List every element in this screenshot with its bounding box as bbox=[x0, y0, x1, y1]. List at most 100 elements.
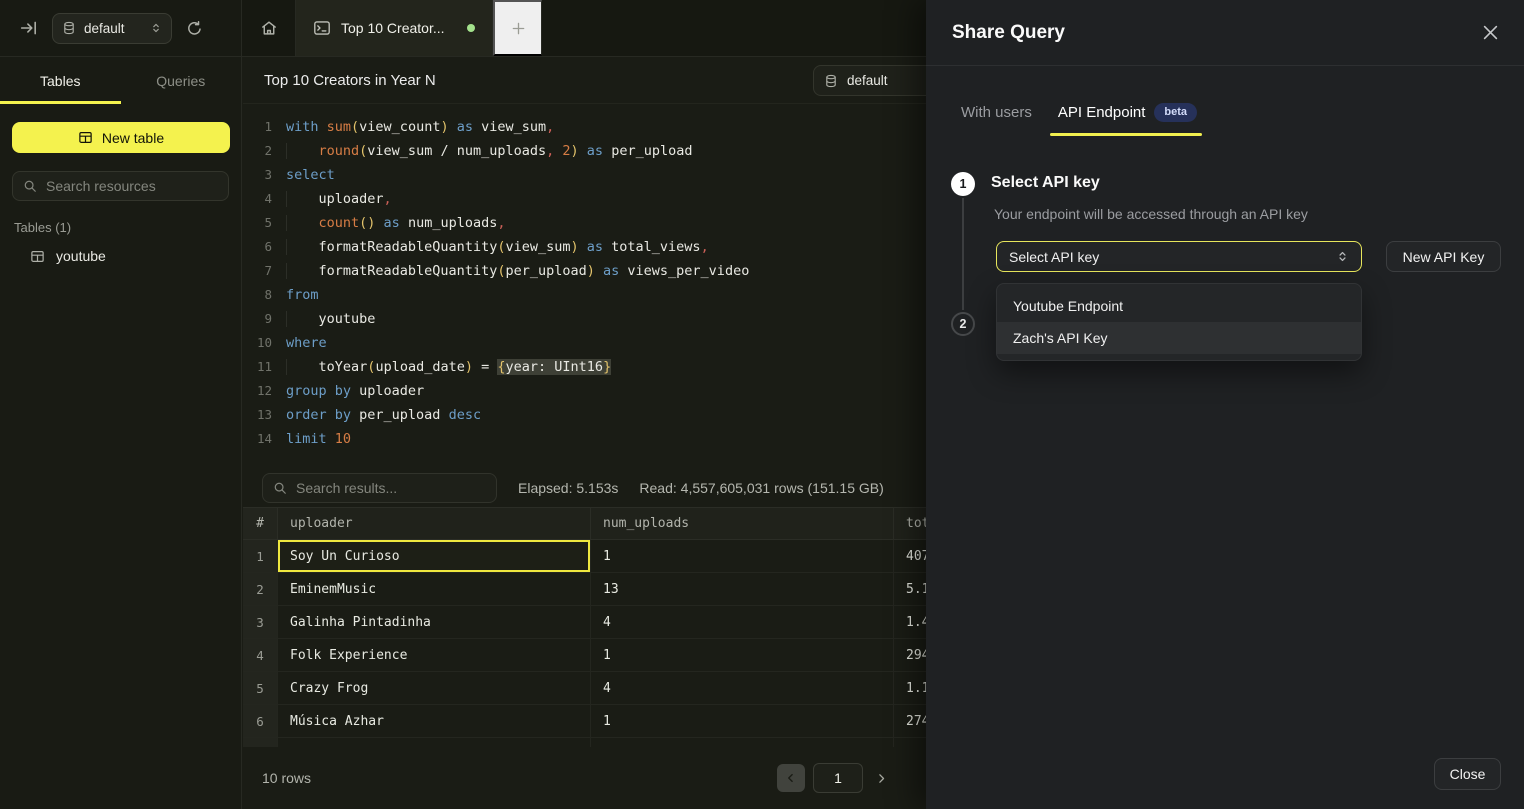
plus-icon bbox=[511, 21, 526, 36]
chevron-left-icon bbox=[785, 772, 797, 784]
total-views-cell[interactable]: 407 bbox=[894, 540, 926, 572]
column-header-num-uploads[interactable]: num_uploads bbox=[591, 508, 894, 539]
refresh-button[interactable] bbox=[186, 20, 203, 37]
column-header-uploader[interactable]: uploader bbox=[278, 508, 591, 539]
search-icon bbox=[23, 179, 37, 193]
resource-search-input[interactable] bbox=[46, 178, 227, 194]
uploader-cell[interactable]: Música Azhar bbox=[278, 705, 591, 737]
share-panel-header: Share Query bbox=[926, 0, 1524, 66]
total-views-cell[interactable]: 1.4 bbox=[894, 606, 926, 638]
code-line[interactable]: 5 count() as num_uploads, bbox=[243, 211, 926, 235]
close-icon bbox=[1483, 25, 1498, 40]
new-tab-button[interactable] bbox=[493, 0, 542, 56]
close-panel-button[interactable] bbox=[1483, 25, 1498, 40]
database-icon bbox=[824, 74, 838, 88]
line-number: 11 bbox=[243, 355, 272, 379]
num-uploads-cell[interactable] bbox=[591, 738, 894, 747]
query-title: Top 10 Creators in Year N bbox=[264, 72, 436, 89]
tab-with-users[interactable]: With users bbox=[961, 104, 1032, 121]
share-panel-tabs: With users API Endpoint beta bbox=[961, 103, 1197, 122]
column-header-total-views[interactable]: total_views bbox=[894, 508, 926, 539]
results-search-input[interactable] bbox=[296, 480, 486, 496]
option-youtube-endpoint[interactable]: Youtube Endpoint bbox=[997, 290, 1361, 322]
uploader-cell[interactable] bbox=[278, 738, 591, 747]
uploader-cell[interactable]: Galinha Pintadinha bbox=[278, 606, 591, 638]
table-item-label: youtube bbox=[56, 248, 106, 264]
uploader-cell[interactable]: Crazy Frog bbox=[278, 672, 591, 704]
home-icon bbox=[260, 19, 278, 37]
code-line[interactable]: 8from bbox=[243, 283, 926, 307]
collapse-sidebar-button[interactable] bbox=[20, 19, 38, 37]
total-views-cell[interactable] bbox=[894, 738, 926, 747]
total-views-cell[interactable]: 5.1 bbox=[894, 573, 926, 605]
query-console: default Top 10 Creator.. bbox=[0, 0, 926, 809]
code-line[interactable]: 2 round(view_sum / num_uploads, 2) as pe… bbox=[243, 139, 926, 163]
code-line[interactable]: 14limit 10 bbox=[243, 427, 926, 451]
home-button[interactable] bbox=[242, 0, 296, 56]
code-line[interactable]: 10where bbox=[243, 331, 926, 355]
uploader-cell[interactable]: EminemMusic bbox=[278, 573, 591, 605]
query-database-select[interactable]: default bbox=[813, 65, 926, 96]
code-line[interactable]: 6 formatReadableQuantity(view_sum) as to… bbox=[243, 235, 926, 259]
resource-search[interactable] bbox=[12, 171, 229, 201]
line-number: 8 bbox=[243, 283, 272, 307]
api-key-dropdown-menu: Youtube Endpoint Zach's API Key bbox=[996, 283, 1362, 361]
code-line[interactable]: 12group by uploader bbox=[243, 379, 926, 403]
sidebar-item-youtube[interactable]: youtube bbox=[30, 248, 241, 264]
previous-page-button[interactable] bbox=[777, 764, 805, 792]
api-key-select[interactable]: Select API key bbox=[996, 241, 1362, 272]
step-1-indicator: 1 bbox=[951, 172, 975, 196]
code-line[interactable]: 9 youtube bbox=[243, 307, 926, 331]
active-tab-underline bbox=[1050, 133, 1202, 136]
results-search[interactable] bbox=[262, 473, 497, 503]
table-icon bbox=[30, 249, 45, 264]
results-table-header: # uploader num_uploads total_views bbox=[243, 507, 926, 540]
sql-editor[interactable]: 1with sum(view_count) as view_sum,2 roun… bbox=[243, 104, 926, 451]
database-select[interactable]: default bbox=[52, 13, 172, 44]
code-line[interactable]: 13order by per_upload desc bbox=[243, 403, 926, 427]
tab-api-endpoint[interactable]: API Endpoint beta bbox=[1058, 103, 1197, 122]
total-views-cell[interactable]: 294 bbox=[894, 639, 926, 671]
num-uploads-cell[interactable]: 1 bbox=[591, 540, 894, 572]
code-line[interactable]: 7 formatReadableQuantity(per_upload) as … bbox=[243, 259, 926, 283]
pagination: 1 bbox=[777, 763, 888, 793]
code-line[interactable]: 4 uploader, bbox=[243, 187, 926, 211]
top-bar: default Top 10 Creator.. bbox=[0, 0, 926, 57]
sidebar: Tables Queries New table Tables (1) yout… bbox=[0, 57, 242, 809]
refresh-icon bbox=[186, 20, 203, 37]
line-number: 5 bbox=[243, 211, 272, 235]
num-uploads-cell[interactable]: 4 bbox=[591, 672, 894, 704]
num-uploads-cell[interactable]: 1 bbox=[591, 705, 894, 737]
num-uploads-cell[interactable]: 1 bbox=[591, 639, 894, 671]
code-line[interactable]: 3select bbox=[243, 163, 926, 187]
uploader-cell[interactable]: Folk Experience bbox=[278, 639, 591, 671]
tab-label: Top 10 Creator... bbox=[341, 20, 445, 36]
option-zachs-api-key[interactable]: Zach's API Key bbox=[997, 322, 1361, 354]
row-number-cell: 2 bbox=[243, 573, 278, 605]
new-table-button[interactable]: New table bbox=[12, 122, 230, 153]
tables-section-label: Tables (1) bbox=[14, 220, 241, 235]
total-views-cell[interactable]: 1.1 bbox=[894, 672, 926, 704]
new-api-key-button[interactable]: New API Key bbox=[1386, 241, 1501, 272]
num-uploads-cell[interactable]: 13 bbox=[591, 573, 894, 605]
column-header-index[interactable]: # bbox=[243, 508, 278, 539]
num-uploads-cell[interactable]: 4 bbox=[591, 606, 894, 638]
arrow-to-line-icon bbox=[20, 19, 38, 37]
chevron-updown-icon bbox=[1336, 250, 1349, 263]
elapsed-stat: Elapsed: 5.153s bbox=[518, 480, 618, 496]
tab-queries[interactable]: Queries bbox=[121, 57, 242, 104]
table-row: 5Crazy Frog41.1 bbox=[243, 672, 926, 705]
row-number-cell: 5 bbox=[243, 672, 278, 704]
tab-top-10-creators[interactable]: Top 10 Creator... bbox=[296, 0, 493, 56]
current-page-button[interactable]: 1 bbox=[813, 763, 863, 793]
query-header: Top 10 Creators in Year N default bbox=[243, 57, 926, 104]
table-row: 6Música Azhar1274 bbox=[243, 705, 926, 738]
tab-tables[interactable]: Tables bbox=[0, 57, 121, 104]
code-line[interactable]: 1with sum(view_count) as view_sum, bbox=[243, 115, 926, 139]
uploader-cell[interactable]: Soy Un Curioso bbox=[278, 540, 591, 572]
step-1-title: Select API key bbox=[991, 174, 1100, 192]
close-button[interactable]: Close bbox=[1434, 758, 1501, 790]
total-views-cell[interactable]: 274 bbox=[894, 705, 926, 737]
next-page-button[interactable] bbox=[875, 772, 888, 785]
code-line[interactable]: 11 toYear(upload_date) = {year: UInt16} bbox=[243, 355, 926, 379]
